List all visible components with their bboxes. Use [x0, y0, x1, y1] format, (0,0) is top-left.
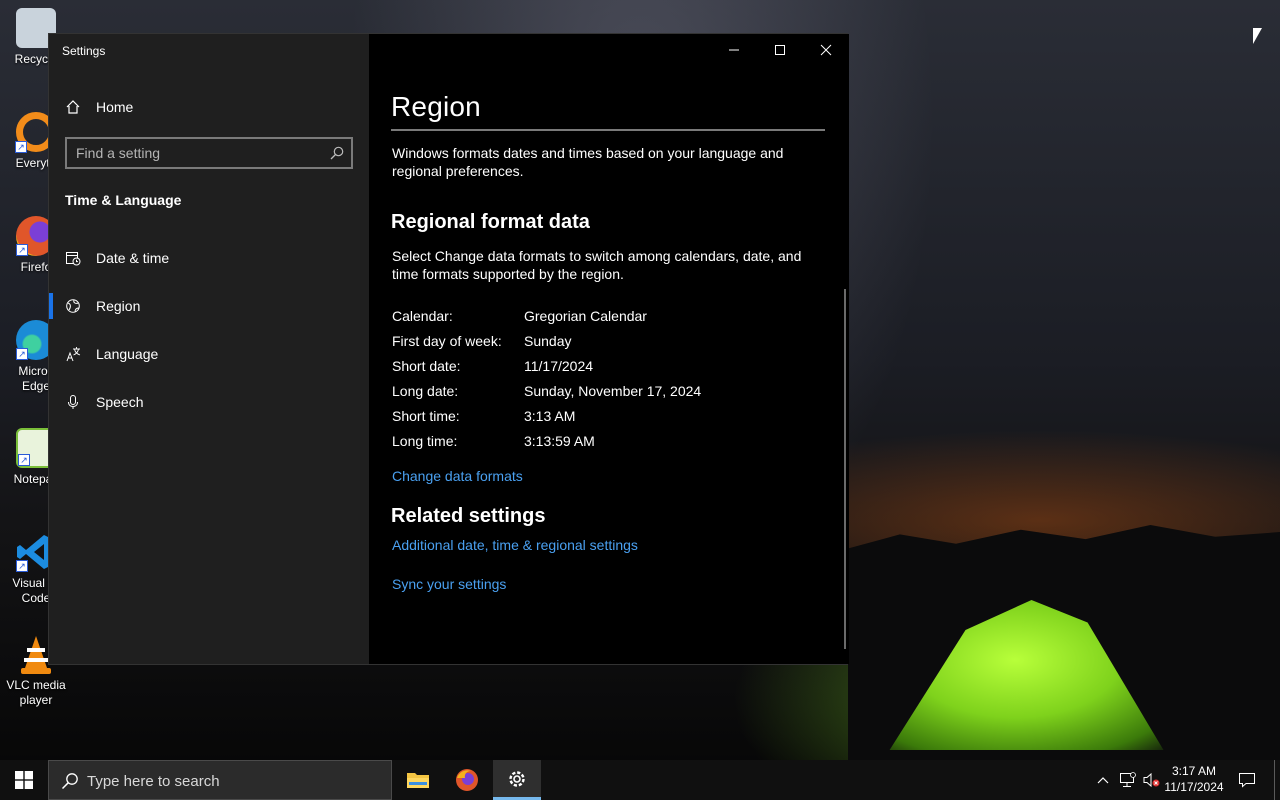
- taskbar-firefox[interactable]: [443, 760, 491, 800]
- window-title: Settings: [62, 44, 106, 58]
- show-desktop-button[interactable]: [1274, 760, 1275, 800]
- minimize-icon: [729, 49, 739, 51]
- change-data-formats-link[interactable]: Change data formats: [392, 468, 523, 484]
- sidebar-item-label: Speech: [96, 394, 144, 410]
- format-value: Sunday, November 17, 2024: [524, 383, 702, 399]
- chevron-up-icon: [1097, 777, 1109, 784]
- format-value: 3:13:59 AM: [524, 433, 595, 449]
- taskbar-clock[interactable]: 3:17 AM 11/17/2024: [1158, 763, 1230, 795]
- format-key: First day of week:: [392, 333, 502, 349]
- format-value: Gregorian Calendar: [524, 308, 647, 324]
- sidebar-item-date-time[interactable]: Date & time: [65, 248, 169, 268]
- format-key: Calendar:: [392, 308, 453, 324]
- additional-date-time-regional-link[interactable]: Additional date, time & regional setting…: [392, 537, 638, 553]
- nav-home-label: Home: [96, 99, 134, 115]
- sidebar-item-speech[interactable]: Speech: [65, 392, 143, 412]
- format-key: Long time:: [392, 433, 458, 449]
- firefox-icon: [456, 769, 478, 791]
- format-key: Long date:: [392, 383, 459, 399]
- home-icon: [65, 99, 81, 115]
- sidebar-item-label: Language: [96, 346, 159, 362]
- format-key: Short date:: [392, 358, 461, 374]
- show-hidden-icons-button[interactable]: [1094, 760, 1112, 800]
- taskbar-settings[interactable]: [493, 760, 541, 800]
- settings-content: Region Windows formats dates and times b…: [369, 34, 849, 664]
- taskbar-search-box[interactable]: [48, 760, 392, 800]
- taskbar-file-explorer[interactable]: [394, 760, 442, 800]
- network-icon: [1120, 772, 1136, 787]
- section-time-language: Time & Language: [65, 192, 182, 208]
- close-icon: [820, 44, 832, 56]
- page-title: Region: [391, 91, 481, 122]
- microphone-icon: [65, 394, 81, 410]
- sidebar-item-label: Region: [96, 298, 141, 314]
- region-intro-text: Windows formats dates and times based on…: [392, 145, 784, 179]
- sidebar-item-language[interactable]: Language: [65, 344, 158, 364]
- clock-time: 3:17 AM: [1171, 764, 1217, 778]
- close-button[interactable]: [803, 38, 849, 62]
- taskbar-search-input[interactable]: [87, 770, 377, 792]
- taskbar: 3:17 AM 11/17/2024: [0, 760, 1280, 800]
- format-value: Sunday: [524, 333, 572, 349]
- file-explorer-icon: [407, 773, 429, 788]
- find-setting-input[interactable]: [67, 139, 317, 167]
- sync-settings-link[interactable]: Sync your settings: [392, 576, 506, 592]
- nav-home[interactable]: Home: [65, 97, 133, 117]
- maximize-icon: [775, 45, 785, 55]
- network-status[interactable]: [1116, 760, 1138, 800]
- maximize-button[interactable]: [757, 38, 803, 62]
- sidebar-item-region[interactable]: Region: [65, 296, 140, 316]
- desktop-icon-label: VLC media player: [6, 678, 66, 707]
- sidebar-item-label: Date & time: [96, 250, 170, 266]
- related-settings-heading: Related settings: [391, 505, 546, 527]
- settings-sidebar: Settings Home Time & Language Date & tim…: [49, 34, 369, 664]
- language-icon: [65, 346, 81, 362]
- format-key: Short time:: [392, 408, 460, 424]
- regional-format-heading: Regional format data: [391, 211, 590, 233]
- format-value: 3:13 AM: [524, 408, 576, 424]
- clock-date: 11/17/2024: [1164, 780, 1224, 794]
- globe-icon: [65, 298, 81, 314]
- settings-icon: [509, 770, 525, 787]
- start-button[interactable]: [0, 760, 48, 800]
- format-value: 11/17/2024: [524, 358, 594, 374]
- settings-window: Settings Home Time & Language Date & tim…: [48, 33, 849, 665]
- selected-indicator: [49, 293, 53, 319]
- search-icon: [61, 773, 78, 790]
- action-center-button[interactable]: [1234, 760, 1260, 800]
- search-icon[interactable]: [330, 146, 344, 160]
- regional-format-description: Select Change data formats to switch amo…: [392, 248, 802, 282]
- content-scrollbar[interactable]: [844, 289, 846, 649]
- date-time-icon: [65, 250, 81, 266]
- mouse-cursor: [1253, 28, 1262, 44]
- notifications-icon: [1239, 773, 1255, 788]
- find-setting-search[interactable]: [65, 137, 353, 169]
- minimize-button[interactable]: [711, 38, 757, 62]
- title-divider: [391, 129, 825, 131]
- windows-logo-icon: [15, 771, 33, 789]
